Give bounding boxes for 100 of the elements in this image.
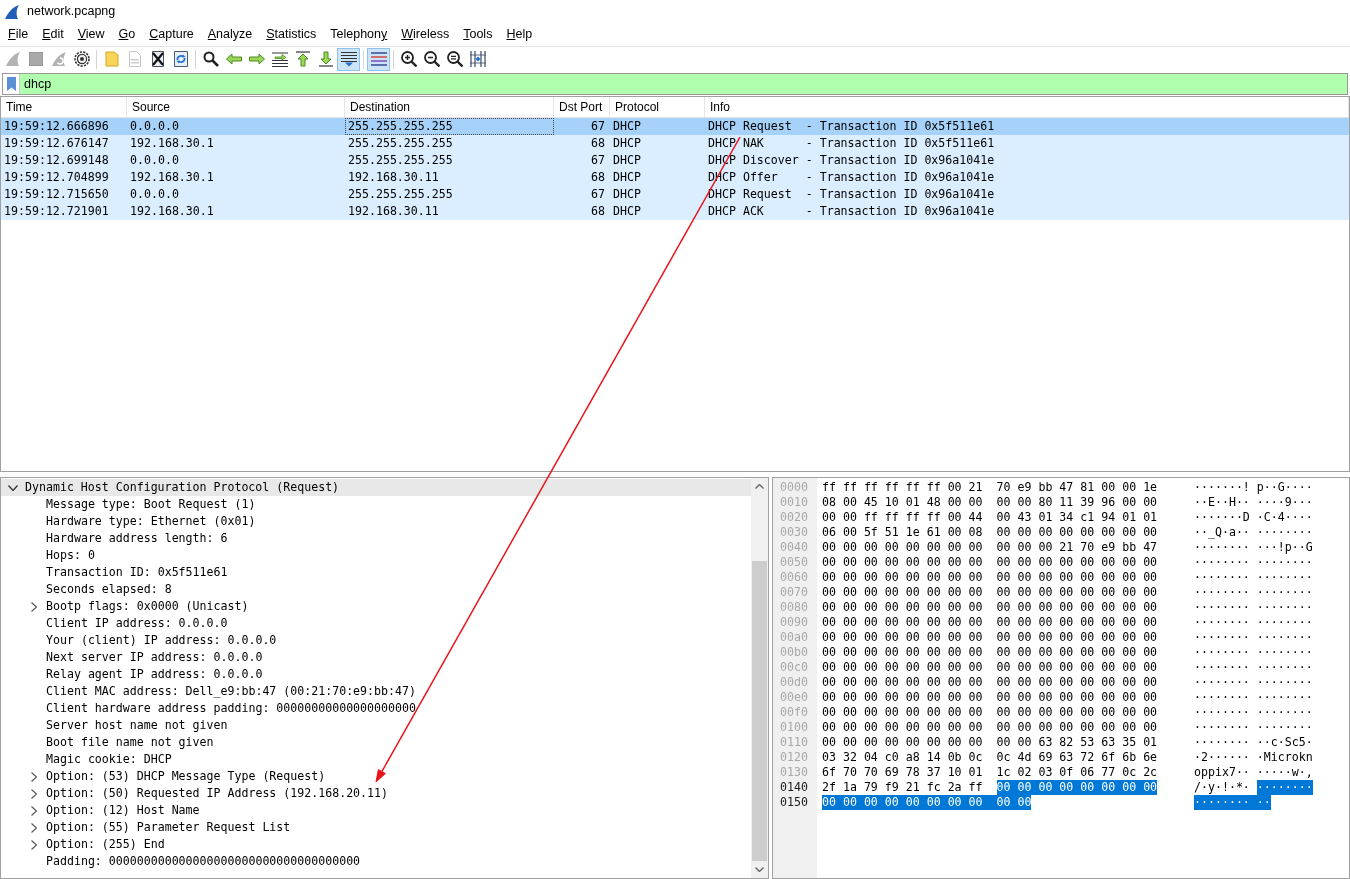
tree-item[interactable]: Option: (55) Parameter Request List [27,819,291,836]
hex-bytes[interactable]: 00 00 00 21 70 e9 bb 47 [996,540,1158,555]
hex-ascii[interactable]: ········ [1194,660,1250,675]
hex-bytes[interactable]: 00 00 00 00 00 00 00 00 [996,525,1158,540]
tree-item[interactable]: Server host name not given [46,717,228,734]
hex-bytes[interactable]: 00 00 00 00 00 00 00 00 [822,705,983,720]
packet-row[interactable]: 19:59:12.666896 0.0.0.0 255.255.255.255 67 DHCP DHCP Request - Transaction ID 0x5f511e61 [1,118,1349,135]
hex-bytes[interactable]: 00 00 00 00 00 00 00 00 [822,585,983,600]
hex-bytes[interactable]: 00 00 00 00 00 00 00 00 [822,540,983,555]
hex-ascii[interactable]: ········ [1194,570,1250,585]
hex-bytes[interactable]: 00 00 00 00 00 00 00 00 [822,570,983,585]
hex-ascii[interactable]: ····9··· [1256,495,1313,510]
tree-item[interactable]: Hardware type: Ethernet (0x01) [46,513,256,530]
hex-ascii[interactable]: ········ [1194,705,1250,720]
hex-bytes[interactable]: 00 00 00 00 00 00 00 00 [822,630,983,645]
hex-ascii[interactable]: ········ [1256,525,1313,540]
tree-item[interactable]: Next server IP address: 0.0.0.0 [46,649,263,666]
hex-ascii[interactable]: ········ [1194,600,1250,615]
menu-item[interactable]: Statistics [259,24,324,45]
tree-item[interactable]: Your (client) IP address: 0.0.0.0 [46,632,277,649]
hex-ascii[interactable]: ········ [1256,780,1313,795]
hex-ascii[interactable]: ········ [1194,540,1250,555]
menu-item[interactable]: Tools [456,24,500,45]
packet-row[interactable]: 19:59:12.676147 192.168.30.1 255.255.255.255 68 DHCP DHCP NAK - Transaction ID 0x5f511e61 [1,135,1349,152]
hex-ascii[interactable]: ········ [1194,795,1257,810]
hex-bytes[interactable]: 00 00 00 00 00 00 00 00 [822,600,983,615]
hex-bytes[interactable]: 00 00 00 00 00 00 00 00 [822,615,983,630]
hex-ascii[interactable]: ········ [1194,645,1250,660]
hex-bytes[interactable]: 00 00 00 00 00 00 00 00 [822,720,983,735]
hex-ascii[interactable]: /·y·!·*· [1194,780,1250,795]
column-header[interactable]: Time [1,97,37,117]
hex-bytes[interactable]: 00 00 00 00 00 00 00 00 [822,735,983,750]
hex-bytes[interactable]: 00 00 00 00 00 00 00 00 [996,660,1158,675]
menu-item[interactable]: File [1,24,36,45]
hex-ascii[interactable]: ·····w·, [1256,765,1313,780]
hex-ascii[interactable]: ·Microkn [1256,750,1313,765]
hex-ascii[interactable]: ·······! [1194,480,1250,495]
hex-bytes[interactable]: 03 32 04 c0 a8 14 0b 0c [822,750,983,765]
tree-item[interactable]: Seconds elapsed: 8 [46,581,172,598]
hex-bytes[interactable]: 00 00 00 00 00 00 00 00 [996,645,1158,660]
scrollbar[interactable] [751,478,768,878]
tree-item[interactable]: Option: (12) Host Name [27,802,200,819]
hex-bytes[interactable]: 00 00 00 00 00 00 00 00 [996,720,1158,735]
hex-ascii[interactable]: ········ [1256,555,1313,570]
tree-item[interactable]: Client hardware address padding: 00000000000000000000 [46,700,416,717]
hex-bytes[interactable]: 00 00 00 00 00 00 00 00 [996,630,1158,645]
tree-item[interactable]: Relay agent IP address: 0.0.0.0 [46,666,263,683]
hex-ascii[interactable]: ·C·4···· [1256,510,1313,525]
hex-ascii[interactable]: ···!p··G [1256,540,1313,555]
hex-ascii[interactable]: ········ [1256,585,1313,600]
hex-ascii[interactable]: ········ [1256,600,1313,615]
hex-ascii[interactable]: ········ [1256,705,1313,720]
hex-bytes[interactable]: 00 00 00 00 00 00 00 00 [996,675,1158,690]
hex-bytes[interactable]: ff ff ff ff ff ff 00 21 [822,480,983,495]
tree-item[interactable]: Option: (255) End [27,836,165,853]
tree-item[interactable]: Hops: 0 [46,547,95,564]
hex-bytes[interactable]: 00 00 00 00 00 00 00 00 [996,705,1158,720]
tree-item[interactable]: Bootp flags: 0x0000 (Unicast) [27,598,249,615]
hex-bytes[interactable]: 00 00 00 00 00 00 00 00 [996,690,1158,705]
hex-ascii[interactable]: ········ [1256,720,1313,735]
tree-item[interactable]: Client MAC address: Dell_e9:bb:47 (00:21:70:e9:bb:47) [46,683,416,700]
menu-item[interactable]: Capture [142,24,201,45]
tree-item[interactable]: Client IP address: 0.0.0.0 [46,615,228,632]
menu-item[interactable]: Help [499,24,540,45]
scrollbar-thumb[interactable] [752,561,767,861]
hex-bytes[interactable]: 00 00 00 00 00 00 00 00 [822,795,997,810]
hex-bytes[interactable]: 00 00 00 00 00 00 00 00 [822,645,983,660]
hex-bytes[interactable]: 70 e9 bb 47 81 00 00 1e [996,480,1158,495]
hex-ascii[interactable]: ········ [1256,675,1313,690]
hex-bytes[interactable]: 00 00 00 00 00 00 00 00 [996,780,1158,795]
hex-bytes[interactable]: 00 00 00 00 00 00 00 00 [822,675,983,690]
menu-item[interactable]: View [70,24,112,45]
tree-item[interactable]: Option: (50) Requested IP Address (192.168.20.11) [27,785,389,802]
hex-bytes[interactable]: 0c 4d 69 63 72 6f 6b 6e [996,750,1158,765]
hex-bytes[interactable]: 00 00 00 00 00 00 00 00 [996,555,1158,570]
hex-ascii[interactable]: ········ [1194,555,1250,570]
column-header[interactable]: Info [705,97,734,117]
hex-ascii[interactable]: ········ [1256,690,1313,705]
tree-item[interactable]: Padding: 000000000000000000000000000000000000 [46,853,361,870]
hex-ascii[interactable]: ··c·Sc5· [1256,735,1313,750]
packet-row[interactable]: 19:59:12.715650 0.0.0.0 255.255.255.255 67 DHCP DHCP Request - Transaction ID 0x96a1041e [1,186,1349,203]
packet-row[interactable]: 19:59:12.721901 192.168.30.1 192.168.30.11 68 DHCP DHCP ACK - Transaction ID 0x96a1041e [1,203,1349,220]
column-header[interactable]: Source [127,97,175,117]
hex-ascii[interactable]: ·······D [1194,510,1250,525]
hex-ascii[interactable]: ········ [1194,630,1250,645]
hex-bytes[interactable]: 1c 02 03 0f 06 77 0c 2c [996,765,1158,780]
menu-item[interactable]: Telephony [323,24,395,45]
hex-ascii[interactable]: ·2······ [1194,750,1250,765]
hex-ascii[interactable]: ··E··H·· [1194,495,1250,510]
hex-ascii[interactable]: ········ [1256,630,1313,645]
hex-ascii[interactable]: ········ [1256,645,1313,660]
hex-bytes[interactable]: 00 00 00 00 00 00 00 00 [822,690,983,705]
tree-item[interactable]: Transaction ID: 0x5f511e61 [46,564,228,581]
hex-ascii[interactable]: ········ [1194,615,1250,630]
hex-ascii[interactable]: oppix7·· [1194,765,1250,780]
menu-item[interactable]: Wireless [394,24,457,45]
hex-bytes[interactable]: 00 00 ff ff ff ff 00 44 [822,510,983,525]
tree-item[interactable]: Option: (53) DHCP Message Type (Request) [27,768,326,785]
hex-bytes[interactable]: 00 00 00 00 00 00 00 00 [822,660,983,675]
menu-item[interactable]: Go [111,24,143,45]
